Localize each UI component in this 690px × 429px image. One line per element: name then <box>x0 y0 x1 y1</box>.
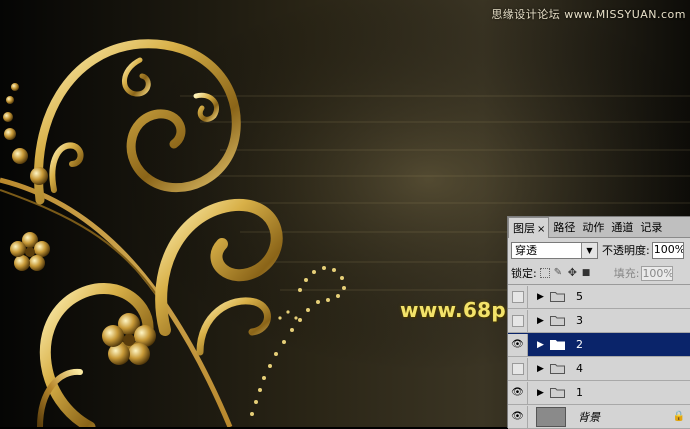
layer-row[interactable]: 👁 ▶ 2 <box>508 333 690 357</box>
layer-row[interactable]: ▶ 3 <box>508 309 690 333</box>
layer-thumbnail <box>536 406 566 427</box>
expand-triangle-icon[interactable]: ▶ <box>537 388 547 398</box>
opacity-label: 不透明度: <box>602 244 650 257</box>
panel-tabs: 图层 × 路径 动作 通道 记录 <box>508 217 690 238</box>
visibility-toggle[interactable] <box>508 309 528 332</box>
layer-name: 1 <box>576 386 583 399</box>
lock-transparency-icon[interactable] <box>539 268 550 278</box>
hidden-box-icon[interactable] <box>511 314 524 327</box>
layer-row[interactable]: ▶ 4 <box>508 357 690 381</box>
expand-triangle-icon[interactable]: ▶ <box>537 292 547 302</box>
visibility-toggle[interactable]: 👁 <box>508 381 528 404</box>
tab-history[interactable]: 记录 <box>636 217 665 237</box>
tab-actions[interactable]: 动作 <box>578 217 607 237</box>
lock-icon: 🔒 <box>672 411 685 422</box>
lock-label: 锁定: <box>511 267 537 280</box>
fill-input[interactable]: 100% <box>641 265 674 281</box>
layers-panel: 图层 × 路径 动作 通道 记录 穿透 ▼ 不透明度: 100% 锁定: ✎ ✥ … <box>507 216 690 429</box>
blend-mode-value: 穿透 <box>515 244 537 257</box>
lock-position-icon[interactable]: ✥ <box>568 267 578 278</box>
visibility-toggle[interactable] <box>508 357 528 380</box>
folder-icon <box>550 291 565 302</box>
hidden-box-icon[interactable] <box>511 362 524 375</box>
layer-name: 4 <box>576 362 583 375</box>
layer-name: 背景 <box>578 410 600 424</box>
expand-triangle-icon[interactable]: ▶ <box>537 340 547 350</box>
folder-icon <box>550 387 565 398</box>
expand-triangle-icon[interactable]: ▶ <box>537 316 547 326</box>
tab-channels[interactable]: 通道 <box>607 217 636 237</box>
layer-list: ▶ 5 ▶ 3 👁 ▶ 2 ▶ 4 👁 ▶ 1 <box>508 285 690 405</box>
close-icon[interactable]: × <box>537 224 545 235</box>
hidden-box-icon[interactable] <box>511 290 524 303</box>
layer-row[interactable]: ▶ 5 <box>508 285 690 309</box>
expand-triangle-icon[interactable]: ▶ <box>537 364 547 374</box>
folder-icon <box>550 339 565 350</box>
visibility-toggle[interactable]: 👁 <box>508 333 528 356</box>
fill-label: 填充: <box>613 267 640 280</box>
chevron-down-icon[interactable]: ▼ <box>581 242 597 258</box>
tab-paths[interactable]: 路径 <box>549 217 578 237</box>
eye-icon[interactable]: 👁 <box>511 387 524 398</box>
visibility-toggle[interactable]: 👁 <box>508 405 528 428</box>
layer-background[interactable]: 👁 背景 🔒 <box>508 405 690 429</box>
watermark-top: 思缘设计论坛 www.MISSYUAN.com <box>491 8 686 21</box>
layer-row[interactable]: 👁 ▶ 1 <box>508 381 690 405</box>
eye-icon[interactable]: 👁 <box>511 411 524 422</box>
visibility-toggle[interactable] <box>508 285 528 308</box>
folder-icon <box>550 315 565 326</box>
lock-all-icon[interactable]: ■ <box>582 268 592 278</box>
lock-pixels-icon[interactable]: ✎ <box>554 268 564 278</box>
layer-name: 3 <box>576 314 583 327</box>
tab-layers[interactable]: 图层 × <box>508 217 550 238</box>
eye-icon[interactable]: 👁 <box>511 339 524 350</box>
tab-layers-label: 图层 <box>513 222 535 235</box>
folder-icon <box>550 363 565 374</box>
lock-row: 锁定: ✎ ✥ ■ 填充: 100% <box>508 262 690 285</box>
blend-mode-select[interactable]: 穿透 ▼ <box>511 241 598 259</box>
layer-name: 5 <box>576 290 583 303</box>
opacity-input[interactable]: 100% <box>651 241 684 259</box>
layer-name: 2 <box>576 338 583 351</box>
blend-row: 穿透 ▼ 不透明度: 100% <box>508 238 690 262</box>
